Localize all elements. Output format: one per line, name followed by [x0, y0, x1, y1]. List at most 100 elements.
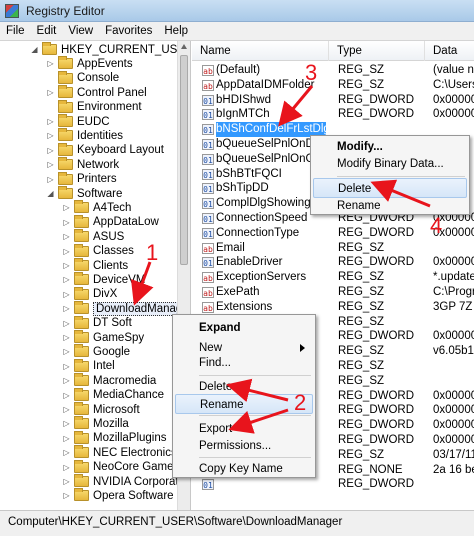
tree-item[interactable]: Console: [46, 70, 119, 86]
tree-expander-icon[interactable]: ▷: [62, 434, 71, 443]
value-row[interactable]: ab(Default)REG_SZ(value no: [192, 63, 474, 78]
tree-item[interactable]: ◢ HKEY_CURRENT_USER: [30, 42, 178, 57]
column-header-data[interactable]: Data: [425, 41, 474, 61]
tree-item[interactable]: ▷ A4Tech: [62, 200, 131, 215]
tree-expander-icon[interactable]: ▷: [62, 477, 71, 486]
tree-item[interactable]: ▷ Intel: [62, 358, 115, 374]
tree-item[interactable]: ▷ EUDC: [46, 114, 110, 129]
tree-expander-icon[interactable]: ▷: [62, 405, 71, 414]
value-row[interactable]: 01bIgnMTCh REG_DWORD 0x000000: [192, 107, 474, 122]
tree-expander-icon[interactable]: ▷: [62, 275, 71, 284]
tree-item[interactable]: ▷ Classes: [62, 243, 134, 259]
tree-expander-icon[interactable]: ▷: [46, 160, 55, 169]
menu-file[interactable]: File: [6, 25, 25, 37]
value-row[interactable]: abExtensions REG_SZ 3GP 7Z A: [192, 300, 474, 315]
menu-item-delete-value[interactable]: Delete: [313, 178, 467, 198]
value-row[interactable]: 01bHDIShwd REG_DWORD 0x000000: [192, 93, 474, 108]
menu-item-modify-binary[interactable]: Modify Binary Data...: [313, 154, 467, 174]
tree-item[interactable]: ▷ Keyboard Layout: [46, 142, 164, 158]
tree-expander-icon[interactable]: ▷: [46, 117, 55, 126]
tree-item[interactable]: ▷ AppDataLow: [62, 214, 159, 230]
menu-view[interactable]: View: [68, 25, 93, 37]
tree-item[interactable]: ▷ Microsoft: [62, 402, 140, 417]
tree-expander-icon[interactable]: ▷: [62, 203, 71, 212]
tree-expander-icon[interactable]: ▷: [46, 146, 55, 155]
tree-expander-icon[interactable]: ▷: [62, 304, 71, 313]
tree-item[interactable]: ▷ Opera Software: [62, 488, 174, 503]
value-row[interactable]: 01EnableDriver REG_DWORD 0x000000: [192, 255, 474, 270]
tree-expander-icon[interactable]: ▷: [62, 362, 71, 371]
tree-item[interactable]: ▷ NeoCore Games: [62, 459, 178, 475]
folder-icon: [74, 229, 89, 243]
tree-item[interactable]: ▷ NEC Electronics: [62, 445, 177, 460]
tree-item[interactable]: ▷ Mozilla: [62, 416, 129, 431]
tree-item[interactable]: ▷ ASUS: [62, 229, 124, 244]
tree-expander-icon[interactable]: ▷: [62, 290, 71, 299]
tree-expander-icon[interactable]: [46, 74, 55, 83]
tree-item-label: HKEY_CURRENT_USER: [61, 43, 178, 56]
menu-item-rename-key[interactable]: Rename: [175, 394, 313, 414]
menu-edit[interactable]: Edit: [37, 25, 57, 37]
tree-expander-icon[interactable]: ▷: [62, 391, 71, 400]
tree-expander-icon[interactable]: ▷: [62, 376, 71, 385]
value-row[interactable]: ab Email REG_SZ: [192, 241, 474, 256]
menu-item-permissions[interactable]: Permissions...: [175, 436, 313, 456]
tree-expander-icon[interactable]: [46, 103, 55, 112]
folder-icon: [58, 114, 73, 127]
tree-item[interactable]: ▷ Control Panel: [46, 85, 147, 100]
column-header-name[interactable]: Name: [192, 41, 329, 61]
menu-help[interactable]: Help: [164, 25, 188, 37]
tree-item[interactable]: ▷ DeviceVM: [62, 272, 145, 287]
tree-item[interactable]: ▷ MozillaPlugins: [62, 430, 167, 446]
scroll-up-arrow-icon[interactable]: [181, 44, 187, 49]
menu-item-find[interactable]: Find...: [175, 353, 313, 373]
tree-item[interactable]: ▷ Identities: [46, 128, 123, 143]
tree-expander-icon[interactable]: ▷: [62, 247, 71, 256]
tree-item[interactable]: ▷ Clients: [62, 258, 128, 273]
tree-item[interactable]: ▷ MediaChance: [62, 387, 164, 403]
menu-item-copy-key-name[interactable]: Copy Key Name: [175, 459, 313, 479]
tree-item[interactable]: ▷ Macromedia: [62, 373, 156, 388]
tree-expander-icon[interactable]: ▷: [62, 347, 71, 356]
tree-expander-icon[interactable]: ▷: [46, 59, 55, 68]
tree-expander-icon[interactable]: ▷: [62, 261, 71, 270]
tree-item[interactable]: ▷ Network: [46, 157, 119, 172]
tree-expander-icon[interactable]: ▷: [62, 491, 71, 500]
value-row[interactable]: abAppDataIDMFolderREG_SZC:\Users\: [192, 78, 474, 93]
tree-expander-icon[interactable]: ▷: [46, 88, 55, 97]
tree-item[interactable]: ▷ Printers: [46, 171, 117, 187]
tree-item[interactable]: ◢ Software: [46, 186, 122, 201]
tree-item[interactable]: ▷ DownloadManager: [62, 301, 178, 316]
tree-expander-icon[interactable]: ▷: [62, 419, 71, 428]
menu-favorites[interactable]: Favorites: [105, 25, 152, 37]
string-value-icon: ab: [202, 242, 214, 254]
menu-item-expand[interactable]: Expand: [175, 318, 313, 338]
tree-item-label: Classes: [93, 245, 134, 258]
tree-expander-icon[interactable]: ▷: [46, 131, 55, 140]
tree-expander-icon[interactable]: ▷: [62, 448, 71, 457]
tree-expander-icon[interactable]: ▷: [46, 175, 55, 184]
tree-expander-icon[interactable]: ◢: [46, 189, 55, 198]
menu-item-rename-value[interactable]: Rename: [313, 196, 467, 216]
tree-item[interactable]: ▷ NVIDIA Corporation: [62, 474, 178, 489]
value-row[interactable]: abExceptionServers REG_SZ *.update.: [192, 270, 474, 285]
value-row[interactable]: 01 REG_DWORD: [192, 477, 474, 492]
tree-expander-icon[interactable]: ▷: [62, 463, 71, 472]
tree-expander-icon[interactable]: ▷: [62, 218, 71, 227]
tree-item[interactable]: Environment: [46, 99, 142, 115]
tree-item[interactable]: ▷ DivX: [62, 286, 117, 302]
tree-item-label: EUDC: [77, 115, 110, 128]
tree-expander-icon[interactable]: ▷: [62, 232, 71, 241]
tree-item[interactable]: ▷ DT Soft: [62, 315, 132, 331]
value-row[interactable]: abExePath REG_SZ C:\Progra: [192, 285, 474, 300]
scrollbar-thumb[interactable]: [180, 55, 188, 265]
tree-item-label: DeviceVM: [93, 273, 146, 286]
tree-item[interactable]: ▷ GameSpy: [62, 330, 144, 345]
value-data: 0x000000: [433, 419, 474, 432]
column-header-type[interactable]: Type: [329, 41, 425, 61]
tree-expander-icon[interactable]: ◢: [30, 45, 39, 54]
tree-item[interactable]: ▷ AppEvents: [46, 56, 133, 71]
tree-expander-icon[interactable]: ▷: [62, 333, 71, 342]
tree-expander-icon[interactable]: ▷: [62, 319, 71, 328]
tree-item[interactable]: ▷ Google: [62, 344, 130, 359]
